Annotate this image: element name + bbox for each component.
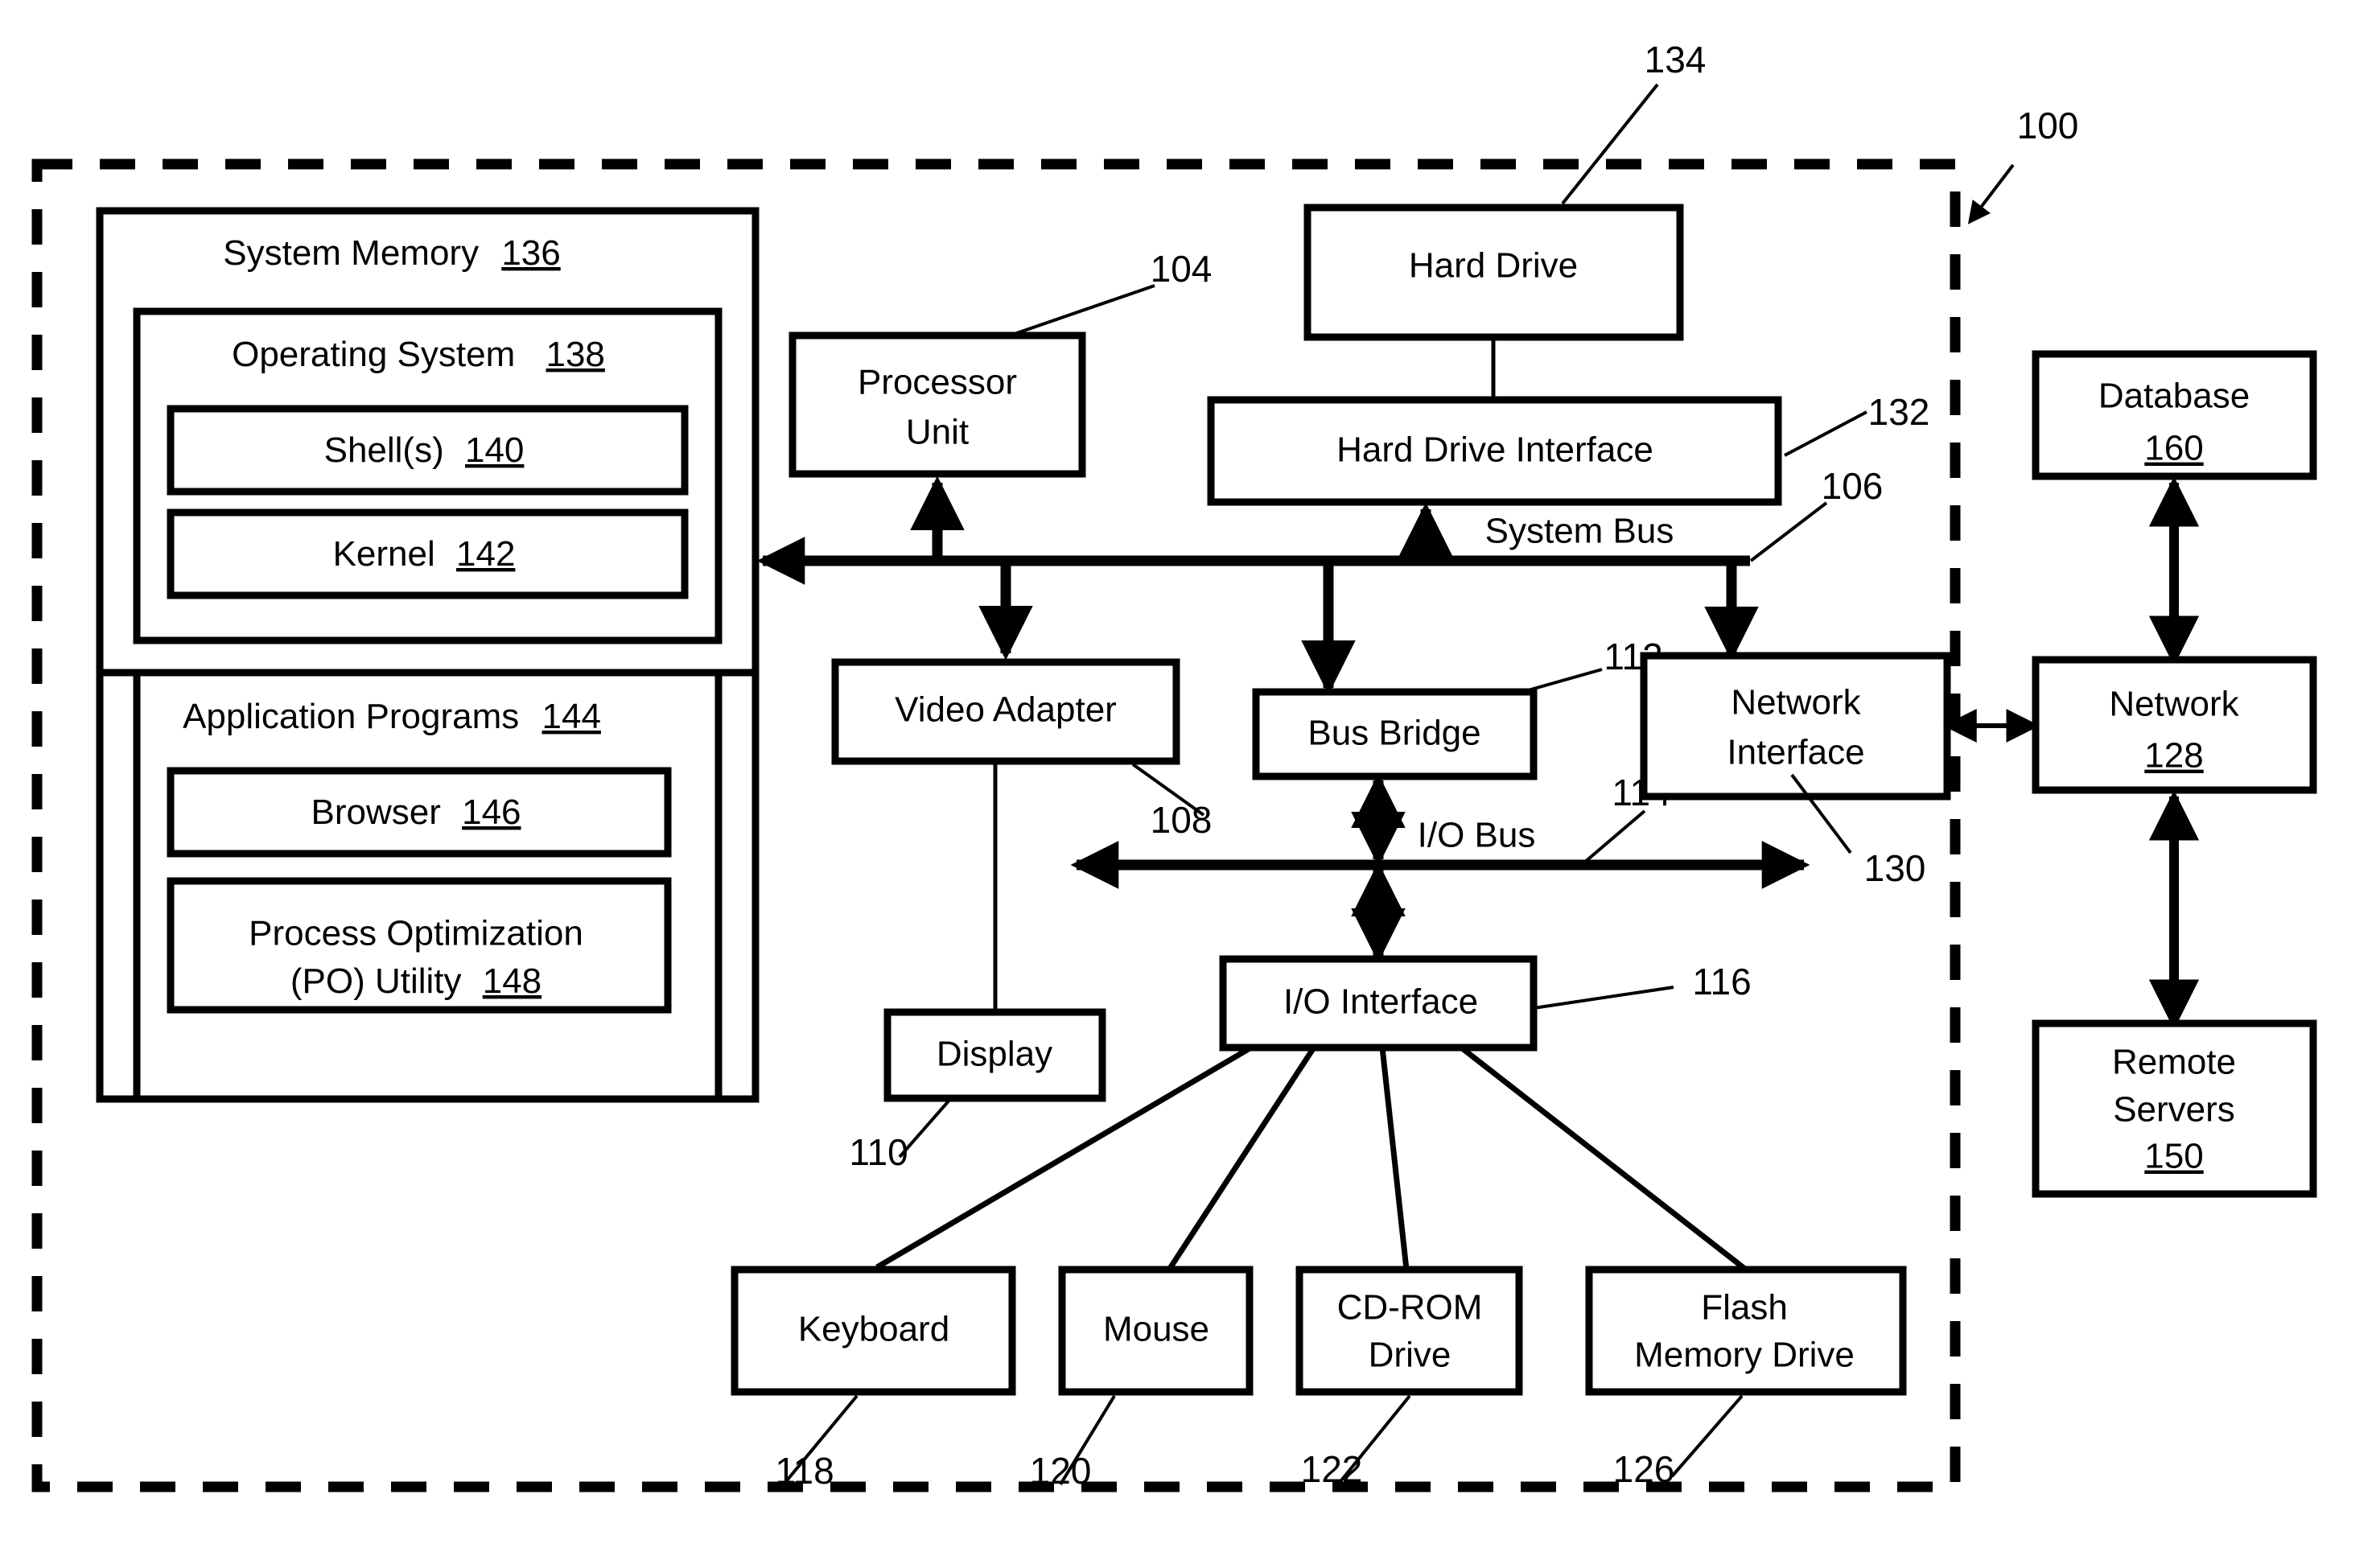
processor-unit-label-line1: Processor [858, 363, 1017, 402]
operating-system-label: Operating System [232, 335, 515, 374]
svg-text:Browser 146: Browser 146 [311, 792, 521, 832]
network-interface-label-line2: Interface [1727, 733, 1864, 772]
ref-number-122: 122 [1301, 1448, 1363, 1490]
svg-text:Kernel 142: Kernel 142 [333, 534, 516, 574]
cdrom-drive-label-line2: Drive [1369, 1336, 1451, 1375]
database-label: Database [2098, 377, 2250, 416]
hard-drive-label: Hard Drive [1409, 246, 1578, 286]
po-utility-label-line1: Process Optimization [249, 914, 583, 953]
ref-number-104: 104 [1151, 248, 1213, 290]
browser-ref: 146 [462, 792, 521, 832]
application-programs-ref: 144 [542, 697, 601, 736]
hard-drive-interface-label: Hard Drive Interface [1336, 430, 1653, 470]
svg-text:System Memory 136: System Memory 136 [223, 233, 560, 273]
ref-leader-100 [1967, 163, 2015, 224]
ref-number-134: 134 [1645, 39, 1707, 80]
ref-number-106: 106 [1822, 465, 1884, 507]
system-memory-label: System Memory [223, 233, 479, 273]
shells-ref: 140 [465, 430, 524, 470]
remote-servers-ref: 150 [2144, 1137, 2203, 1176]
po-utility-ref: 148 [483, 961, 541, 1001]
ref-number-120: 120 [1030, 1450, 1092, 1492]
ref-number-118: 118 [775, 1450, 834, 1492]
po-utility-label-line2: (PO) Utility [290, 961, 462, 1001]
ref-number-130: 130 [1864, 847, 1926, 889]
remote-servers-label-line2: Servers [2113, 1090, 2235, 1130]
database-ref: 160 [2144, 429, 2203, 468]
processor-unit-label-line2: Unit [906, 413, 969, 452]
network-interface-label-line1: Network [1731, 683, 1861, 722]
video-adapter-label: Video Adapter [895, 690, 1117, 730]
system-memory-label-group: System Memory 136 [223, 233, 560, 273]
block-diagram: 100 System Memory 136 Operating System 1… [31, 39, 2317, 1492]
remote-servers-label-line1: Remote [2112, 1043, 2236, 1082]
system-memory-ref: 136 [501, 233, 560, 273]
ref-number-110: 110 [849, 1131, 908, 1173]
cdrom-drive-label-line1: CD-ROM [1337, 1288, 1483, 1328]
application-programs-label: Application Programs [183, 697, 519, 736]
ref-number-108: 108 [1151, 799, 1213, 841]
system-bus-label: System Bus [1485, 512, 1674, 551]
operating-system-ref: 138 [546, 335, 604, 374]
ref-number-116: 116 [1692, 961, 1751, 1002]
kernel-ref: 142 [456, 534, 515, 574]
display-label: Display [937, 1035, 1052, 1074]
network-ref: 128 [2144, 736, 2203, 776]
shells-label: Shell(s) [324, 430, 444, 470]
processor-unit-box [789, 331, 1086, 478]
svg-text:(PO) Utility 148: (PO) Utility 148 [290, 961, 541, 1001]
ref-number-126: 126 [1613, 1448, 1675, 1490]
network-interface-box [1640, 652, 1951, 801]
browser-label: Browser [311, 792, 440, 832]
flash-memory-drive-label-line2: Memory Drive [1634, 1336, 1855, 1375]
figure-canvas: 100 System Memory 136 Operating System 1… [0, 0, 2380, 1552]
io-interface-label: I/O Interface [1283, 982, 1478, 1022]
flash-memory-drive-label-line1: Flash [1701, 1288, 1788, 1328]
kernel-label: Kernel [333, 534, 435, 574]
svg-text:Shell(s) 140: Shell(s) 140 [324, 430, 525, 470]
keyboard-label: Keyboard [798, 1310, 949, 1349]
mouse-label: Mouse [1103, 1310, 1209, 1349]
bus-bridge-label: Bus Bridge [1307, 714, 1480, 753]
network-label: Network [2109, 685, 2239, 724]
svg-text:Operating System 138: Operating System 138 [232, 335, 605, 374]
ref-number-100: 100 [2017, 105, 2079, 146]
io-bus-label: I/O Bus [1418, 816, 1536, 855]
ref-number-132: 132 [1868, 391, 1930, 433]
